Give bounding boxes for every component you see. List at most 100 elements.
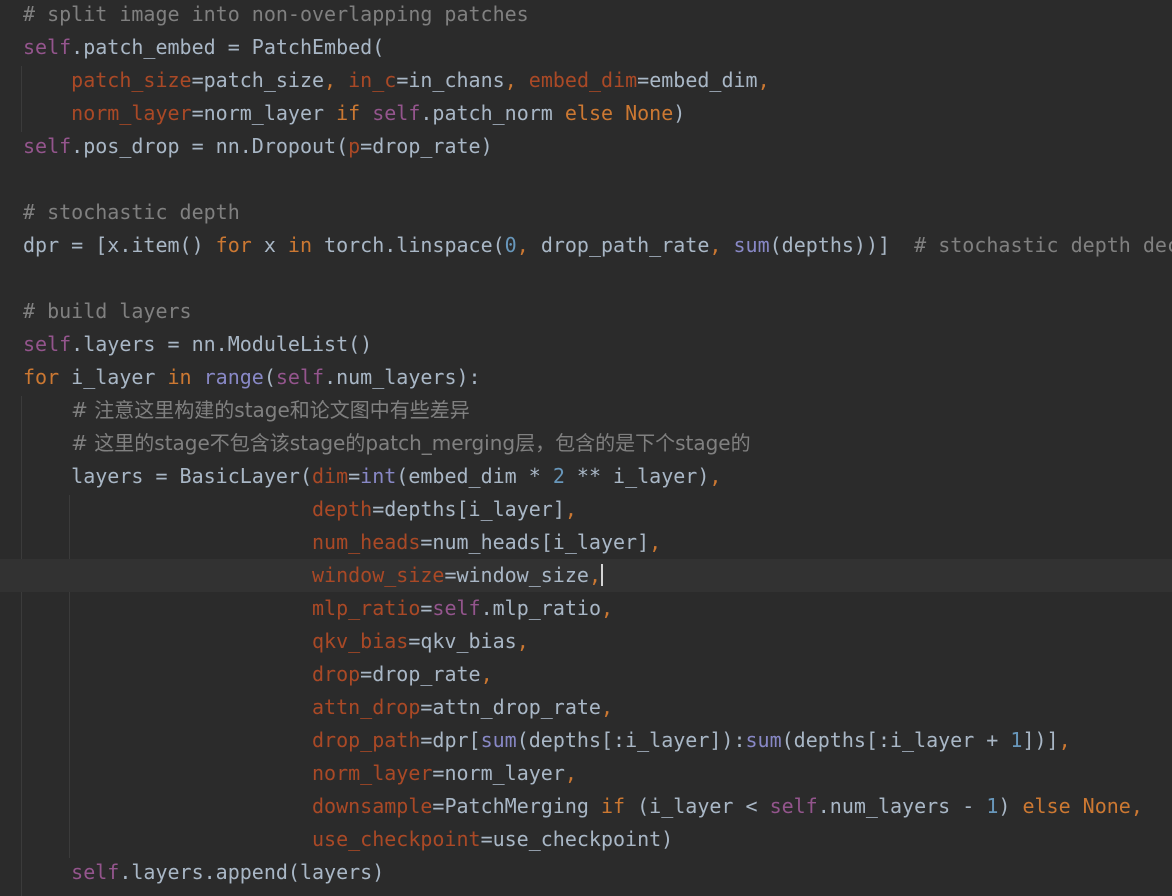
code-token-keyword: , [709,233,734,257]
code-token-plain: = [348,464,361,488]
code-token-builtin: int [360,464,397,488]
code-token-plain: =dpr[ [420,728,481,752]
code-line[interactable]: # build layers [0,295,1172,328]
code-line-text: norm_layer=norm_layer if self.patch_norm… [23,97,685,130]
code-token-keyword: , [480,662,493,686]
code-token-builtin: sum [745,728,782,752]
code-token-keyword: else None [564,101,674,125]
code-token-param: in_c [348,68,397,92]
code-line-text: downsample=PatchMerging if (i_layer < se… [23,790,1143,823]
code-line[interactable]: drop_path=dpr[sum(depths[:i_layer]):sum(… [0,724,1172,757]
code-token-keyword: , [709,464,722,488]
code-line[interactable]: window_size=window_size, [0,559,1172,592]
code-token-plain: .layers.append(layers) [119,860,385,884]
code-line-text: drop_path=dpr[sum(depths[:i_layer]):sum(… [23,724,1071,757]
code-token-number: 1 [1010,728,1023,752]
code-line[interactable]: use_checkpoint=use_checkpoint) [0,823,1172,856]
code-token-plain: (depths))] [769,233,915,257]
code-token-plain: torch.linspace( [324,233,505,257]
code-token-keyword: else None, [1022,794,1143,818]
code-line-text: mlp_ratio=self.mlp_ratio, [23,592,613,625]
code-line[interactable]: for i_layer in range(self.num_layers): [0,361,1172,394]
code-token-comment: # stochastic depth dec [914,233,1172,257]
code-token-plain: .pos_drop = nn.Dropout( [71,134,349,158]
code-line-text: self.layers = nn.ModuleList() [23,328,372,361]
code-token-keyword: for [23,365,72,389]
code-token-comment: # 这里的stage不包含该stage的patch_merging层，包含的是下… [71,431,751,455]
code-line[interactable]: self.pos_drop = nn.Dropout(p=drop_rate) [0,130,1172,163]
code-line[interactable]: self.patch_embed = PatchEmbed( [0,31,1172,64]
code-token-keyword: in [287,233,325,257]
code-line-text: self.patch_embed = PatchEmbed( [23,31,384,64]
code-line[interactable]: dpr = [x.item() for x in torch.linspace(… [0,229,1172,262]
code-line[interactable]: attn_drop=attn_drop_rate, [0,691,1172,724]
code-editor[interactable]: # split image into non-overlapping patch… [0,0,1172,896]
code-token-self: self [275,365,325,389]
code-token-plain: =use_checkpoint) [480,827,674,851]
code-token-plain: =depths[i_layer] [372,497,565,521]
code-line[interactable]: layers = BasicLayer(dim=int(embed_dim * … [0,460,1172,493]
code-token-plain: drop_path_rate [540,233,710,257]
code-line-text: self.layers.append(layers) [23,856,384,889]
code-line-text: for i_layer in range(self.num_layers): [23,361,481,394]
code-token-keyword: in [167,365,204,389]
code-token-keyword: , [324,68,349,92]
code-line-text: window_size=window_size, [23,559,603,592]
code-line[interactable]: qkv_bias=qkv_bias, [0,625,1172,658]
code-line-text: # 这里的stage不包含该stage的patch_merging层，包含的是下… [23,427,751,460]
code-token-self: self [23,134,72,158]
code-line-text: dpr = [x.item() for x in torch.linspace(… [23,229,1172,262]
code-line[interactable]: drop=drop_rate, [0,658,1172,691]
code-token-plain: layers = BasicLayer( [71,464,312,488]
code-line[interactable]: norm_layer=norm_layer if self.patch_norm… [0,97,1172,130]
code-token-keyword: , [504,68,529,92]
code-token-comment: # split image into non-overlapping patch… [23,2,529,26]
code-token-keyword: , [564,497,577,521]
code-line[interactable]: # split image into non-overlapping patch… [0,0,1172,31]
code-line[interactable]: # 注意这里构建的stage和论文图中有些差异 [0,394,1172,427]
code-token-plain: =embed_dim [637,68,758,92]
code-line-text: use_checkpoint=use_checkpoint) [23,823,673,856]
code-token-self: self [769,794,818,818]
code-line[interactable]: # stochastic depth [0,196,1172,229]
code-line[interactable]: downsample=PatchMerging if (i_layer < se… [0,790,1172,823]
code-line[interactable]: num_heads=num_heads[i_layer], [0,526,1172,559]
code-line[interactable]: norm_layer=norm_layer, [0,757,1172,790]
code-token-plain: x [263,233,288,257]
code-token-comment: # 注意这里构建的stage和论文图中有些差异 [71,398,470,422]
code-line-text: # 注意这里构建的stage和论文图中有些差异 [23,394,470,427]
code-token-param: num_heads [311,530,421,554]
code-token-param: mlp_ratio [311,596,421,620]
code-token-keyword: , [564,761,577,785]
code-token-plain: =num_heads[i_layer] [420,530,650,554]
code-token-plain: (depths[:i_layer]): [516,728,746,752]
code-token-keyword: , [1058,728,1071,752]
code-line[interactable]: mlp_ratio=self.mlp_ratio, [0,592,1172,625]
code-line[interactable]: # 这里的stage不包含该stage的patch_merging层，包含的是下… [0,427,1172,460]
code-token-param: drop_path [311,728,421,752]
code-line[interactable]: self.layers.append(layers) [0,856,1172,889]
code-token-plain: =drop_rate) [360,134,493,158]
code-token-comment: # build layers [23,299,192,323]
code-line[interactable]: self.layers = nn.ModuleList() [0,328,1172,361]
code-token-plain: ( [263,365,276,389]
code-token-param: qkv_bias [311,629,409,653]
code-token-plain: =norm_layer [432,761,565,785]
code-token-builtin: sum [480,728,517,752]
code-token-param: attn_drop [311,695,421,719]
code-token-plain: = [420,596,433,620]
code-token-keyword: if [600,794,638,818]
code-token-plain: .patch_embed = PatchEmbed( [71,35,385,59]
code-line[interactable]: patch_size=patch_size, in_c=in_chans, em… [0,64,1172,97]
code-line[interactable] [0,262,1172,295]
code-line[interactable]: depth=depths[i_layer], [0,493,1172,526]
code-line[interactable] [0,163,1172,196]
